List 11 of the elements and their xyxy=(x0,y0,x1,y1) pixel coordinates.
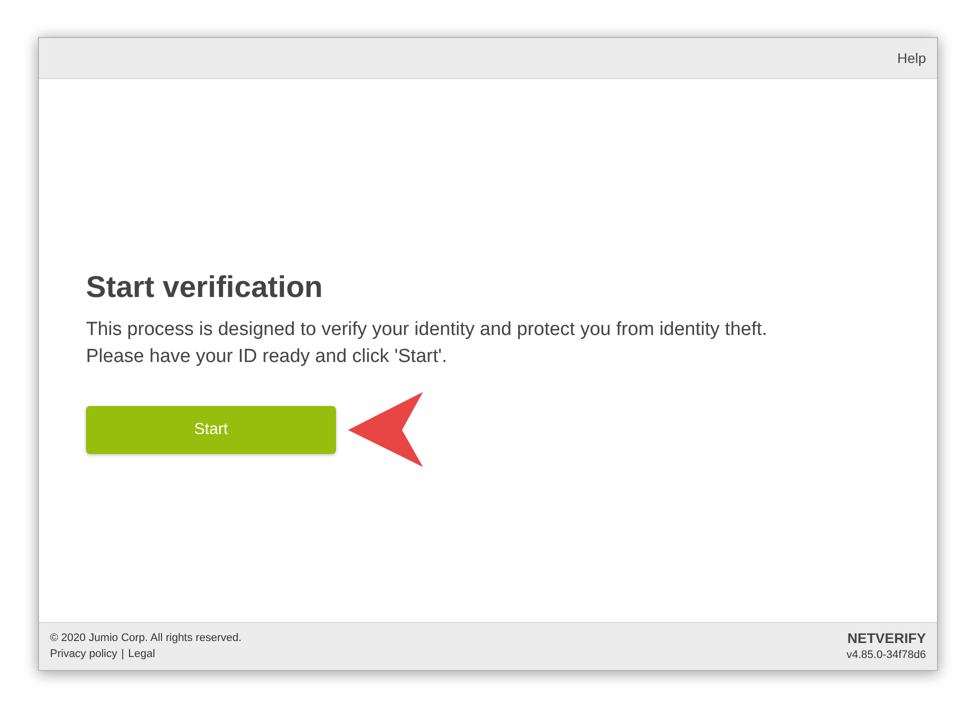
link-separator: | xyxy=(121,647,124,662)
description-text: This process is designed to verify your identity and protect you from identity theft. xyxy=(86,318,768,342)
footer-link[interactable]: Legal xyxy=(128,646,156,662)
brand-name: NETVERIFY xyxy=(847,630,926,646)
page-title: Start verification xyxy=(86,270,323,306)
footer-link[interactable]: Privacy policy xyxy=(50,646,118,662)
pointer-arrow-icon xyxy=(348,392,423,467)
description-text: Please have your ID ready and click 'Start'. xyxy=(86,345,448,369)
version-text: v4.85.0-34f78d6 xyxy=(846,648,926,663)
copyright-text: © 2020 Jumio Corp. All rights reserved. xyxy=(50,631,242,646)
help-link[interactable]: Help xyxy=(897,48,926,68)
